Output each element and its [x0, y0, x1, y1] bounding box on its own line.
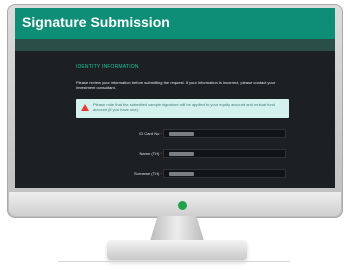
- surname-value: [169, 172, 194, 176]
- id-card-value: [169, 132, 194, 136]
- form-content: IDENTITY INFORMATION Please review your …: [15, 51, 335, 188]
- surname-field[interactable]: [163, 169, 286, 178]
- intro-text: Please review your information before su…: [76, 80, 276, 90]
- notice-text: Please note that the submitted sample si…: [93, 102, 275, 112]
- id-card-field[interactable]: [163, 129, 286, 138]
- monitor-neck: [150, 216, 204, 241]
- required-marker: *: [160, 151, 162, 156]
- monitor-stand: [107, 240, 247, 260]
- name-value: [169, 152, 194, 156]
- id-card-label-text: ID Card No: [139, 131, 160, 136]
- warning-icon: [81, 104, 89, 111]
- app-header: Signature Submission: [15, 8, 335, 39]
- power-indicator-icon: [178, 201, 187, 210]
- notice-box: Please note that the submitted sample si…: [76, 99, 289, 118]
- required-marker: *: [160, 131, 162, 136]
- header-strip: [15, 39, 335, 51]
- screen: Signature Submission IDENTITY INFORMATIO…: [15, 8, 335, 188]
- section-title: IDENTITY INFORMATION: [76, 64, 139, 70]
- id-card-label: ID Card No *: [110, 131, 162, 136]
- monitor-chin: [9, 192, 341, 216]
- surname-label-text: Surname (TH): [133, 171, 160, 176]
- required-marker: *: [160, 171, 162, 176]
- floor-shadow: [58, 261, 290, 262]
- name-label: Name (TH) *: [110, 151, 162, 156]
- name-field[interactable]: [163, 149, 286, 158]
- surname-label: Surname (TH) *: [110, 171, 162, 176]
- name-label-text: Name (TH): [139, 151, 160, 156]
- page-title: Signature Submission: [22, 14, 170, 30]
